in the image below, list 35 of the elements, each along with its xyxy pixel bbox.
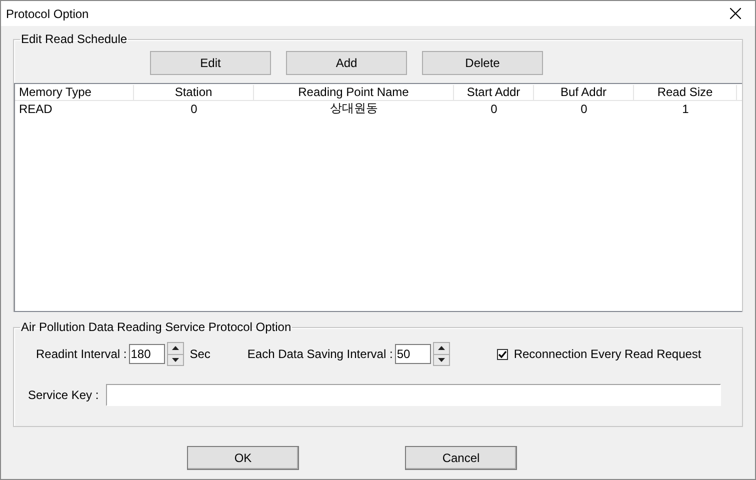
table-cell-text: 0 (580, 102, 588, 116)
down-arrow-icon (172, 358, 179, 362)
column-header[interactable]: Station (134, 84, 254, 100)
table-cell-text: 0 (190, 102, 198, 116)
dialog-button[interactable]: OK (187, 446, 299, 470)
table-cell-text: 상대원동 (329, 100, 379, 117)
up-arrow-icon (172, 346, 179, 350)
table-cell-text: 0 (490, 102, 498, 116)
action-button[interactable]: Delete (422, 51, 543, 75)
number-field[interactable]: 180 (128, 344, 165, 364)
action-button[interactable]: Add (286, 51, 407, 75)
unit-label: Sec (190, 347, 210, 361)
table-cell-text: READ (18, 102, 54, 116)
column-header[interactable]: Start Addr (454, 84, 534, 100)
checkbox[interactable] (496, 348, 508, 360)
number-field[interactable]: 50 (394, 344, 431, 364)
column-header[interactable]: Memory Type (15, 84, 134, 100)
field-label: Service Key : (28, 388, 99, 402)
table-cell-text: 1 (681, 102, 690, 116)
column-header[interactable]: Buf Addr (534, 84, 634, 100)
group-title: Edit Read Schedule (20, 32, 128, 46)
column-header[interactable]: Reading Point Name (254, 84, 454, 100)
column-header[interactable]: Read Size (634, 84, 737, 100)
field-label: Readint Interval : (36, 347, 127, 361)
window-title: Protocol Option (6, 6, 89, 20)
field-label: Each Data Saving Interval : (247, 347, 393, 361)
up-arrow-icon (438, 346, 445, 350)
check-icon (498, 350, 507, 358)
dialog-button[interactable]: Cancel (405, 446, 517, 470)
close-icon (730, 8, 740, 19)
group-title: Air Pollution Data Reading Service Protocol Option (20, 320, 292, 334)
down-arrow-icon (438, 358, 445, 362)
service-key-field[interactable] (106, 384, 721, 406)
checkbox-label[interactable]: Reconnection Every Read Request (514, 347, 702, 361)
action-button[interactable]: Edit (150, 51, 271, 75)
